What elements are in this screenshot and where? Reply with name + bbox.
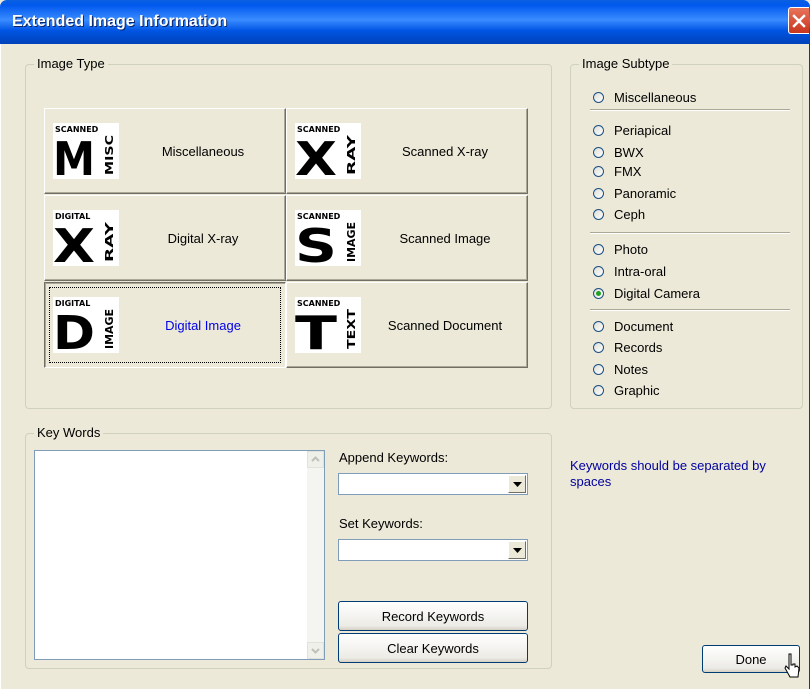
mouse-cursor-icon: [784, 653, 800, 678]
image-type-logo-icon: DIGITAL D IMAGE: [53, 297, 119, 360]
radio-button-icon: [593, 165, 604, 177]
scroll-up-button[interactable]: [307, 451, 324, 468]
close-button[interactable]: [788, 7, 809, 34]
subtype-radio[interactable]: Document: [593, 317, 673, 335]
image-type-label: Miscellaneous: [161, 143, 245, 159]
radio-button-icon: [593, 265, 604, 277]
title-bar: Extended Image Information: [0, 0, 810, 44]
radio-button-icon: [593, 208, 604, 220]
keywords-textarea[interactable]: [34, 450, 325, 660]
subtype-radio[interactable]: Records: [593, 338, 662, 356]
image-type-label: Scanned Image: [399, 230, 491, 246]
logo-big-letter: X: [53, 219, 95, 266]
logo-big-letter: M: [53, 132, 95, 179]
subtype-radio-label: FMX: [614, 163, 642, 179]
subtype-radio-label: Photo: [614, 241, 648, 257]
radio-button-icon: [593, 341, 604, 353]
subtype-radio-label: Intra-oral: [614, 263, 667, 279]
subtype-radio[interactable]: Notes: [593, 360, 648, 378]
logo-side-text: RAY: [103, 220, 116, 262]
radio-button-icon: [593, 91, 604, 103]
image-type-button[interactable]: SCANNED X RAY Scanned X-ray: [286, 108, 528, 194]
logo-big-letter: T: [295, 306, 338, 353]
subtype-radio[interactable]: Panoramic: [593, 184, 676, 202]
image-type-label: Digital Image: [165, 317, 241, 333]
radio-button-icon: [593, 187, 604, 199]
set-keywords-combo[interactable]: [338, 539, 528, 561]
image-type-legend: Image Type: [34, 56, 108, 71]
image-type-label: Digital X-ray: [167, 230, 239, 246]
subtype-radio-label: Document: [614, 318, 674, 334]
image-type-logo-icon: SCANNED S IMAGE: [295, 210, 361, 273]
subtype-radio[interactable]: Graphic: [593, 381, 660, 399]
subtype-separator: [590, 232, 790, 234]
subtype-separator: [590, 309, 790, 311]
subtype-radio-label: Periapical: [614, 122, 672, 138]
image-type-button[interactable]: SCANNED S IMAGE Scanned Image: [286, 195, 528, 281]
radio-button-icon: [593, 146, 604, 158]
image-type-logo-icon: SCANNED T TEXT: [295, 297, 361, 360]
scroll-down-button[interactable]: [307, 642, 324, 659]
radio-button-icon: [593, 384, 604, 396]
subtype-radio[interactable]: Periapical: [593, 121, 671, 139]
subtype-radio-label: Digital Camera: [614, 285, 700, 301]
logo-side-text: RAY: [345, 133, 358, 175]
subtype-radio[interactable]: FMX: [593, 162, 641, 180]
close-icon: [792, 14, 806, 28]
append-dropdown-button[interactable]: [508, 475, 526, 493]
subtype-separator: [590, 109, 790, 111]
subtype-radio-label: BWX: [614, 144, 644, 160]
radio-button-icon: [593, 124, 604, 136]
subtype-radio[interactable]: Digital Camera: [593, 284, 700, 302]
clear-keywords-button[interactable]: Clear Keywords: [338, 633, 528, 663]
subtype-radio[interactable]: BWX: [593, 143, 644, 161]
image-type-logo-icon: SCANNED X RAY: [295, 123, 361, 186]
image-type-button[interactable]: SCANNED T TEXT Scanned Document: [286, 282, 528, 368]
subtype-radio[interactable]: Photo: [593, 240, 648, 258]
dropdown-arrow-icon: [513, 548, 522, 553]
subtype-radio[interactable]: Intra-oral: [593, 262, 666, 280]
scroll-down-icon: [311, 648, 320, 654]
subtype-radio[interactable]: Ceph: [593, 205, 645, 223]
window-title: Extended Image Information: [12, 13, 228, 30]
logo-side-text: IMAGE: [103, 309, 116, 349]
record-keywords-button[interactable]: Record Keywords: [338, 601, 528, 631]
subtype-radio[interactable]: Miscellaneous: [593, 88, 696, 106]
set-keywords-label: Set Keywords:: [339, 516, 423, 531]
radio-button-icon: [593, 243, 604, 255]
scroll-up-icon: [311, 456, 320, 462]
image-subtype-group: Image Subtype: [570, 56, 803, 409]
image-type-button[interactable]: DIGITAL D IMAGE Digital Image: [44, 282, 286, 368]
subtype-radio-label: Notes: [614, 361, 648, 377]
radio-button-icon: [593, 320, 604, 332]
image-type-button[interactable]: DIGITAL X RAY Digital X-ray: [44, 195, 286, 281]
subtype-radio-label: Records: [614, 339, 663, 355]
subtype-radio-label: Ceph: [614, 206, 646, 222]
logo-big-letter: S: [295, 219, 337, 266]
append-keywords-label: Append Keywords:: [339, 450, 449, 465]
logo-big-letter: D: [53, 306, 95, 353]
set-dropdown-button[interactable]: [508, 541, 526, 559]
key-words-legend: Key Words: [34, 425, 104, 440]
image-type-button[interactable]: SCANNED M MISC Miscellaneous: [44, 108, 286, 194]
logo-side-text: IMAGE: [345, 222, 358, 262]
subtype-radio-label: Panoramic: [614, 185, 677, 201]
radio-button-icon: [593, 363, 604, 375]
image-type-label: Scanned X-ray: [402, 143, 488, 159]
keywords-note: Keywords should be separated by spaces: [570, 458, 766, 489]
image-type-label: Scanned Document: [387, 317, 503, 333]
image-type-logo-icon: SCANNED M MISC: [53, 123, 119, 186]
logo-big-letter: X: [295, 132, 337, 179]
subtype-radio-label: Graphic: [614, 382, 660, 398]
image-type-logo-icon: DIGITAL X RAY: [53, 210, 119, 273]
logo-side-text: MISC: [103, 135, 116, 175]
radio-button-icon: [593, 287, 604, 299]
logo-side-text: TEXT: [345, 308, 358, 349]
dropdown-arrow-icon: [513, 482, 522, 487]
subtype-radio-label: Miscellaneous: [614, 89, 697, 105]
keywords-scrollbar[interactable]: [307, 451, 324, 659]
image-subtype-legend: Image Subtype: [579, 56, 673, 71]
append-keywords-combo[interactable]: [338, 473, 528, 495]
